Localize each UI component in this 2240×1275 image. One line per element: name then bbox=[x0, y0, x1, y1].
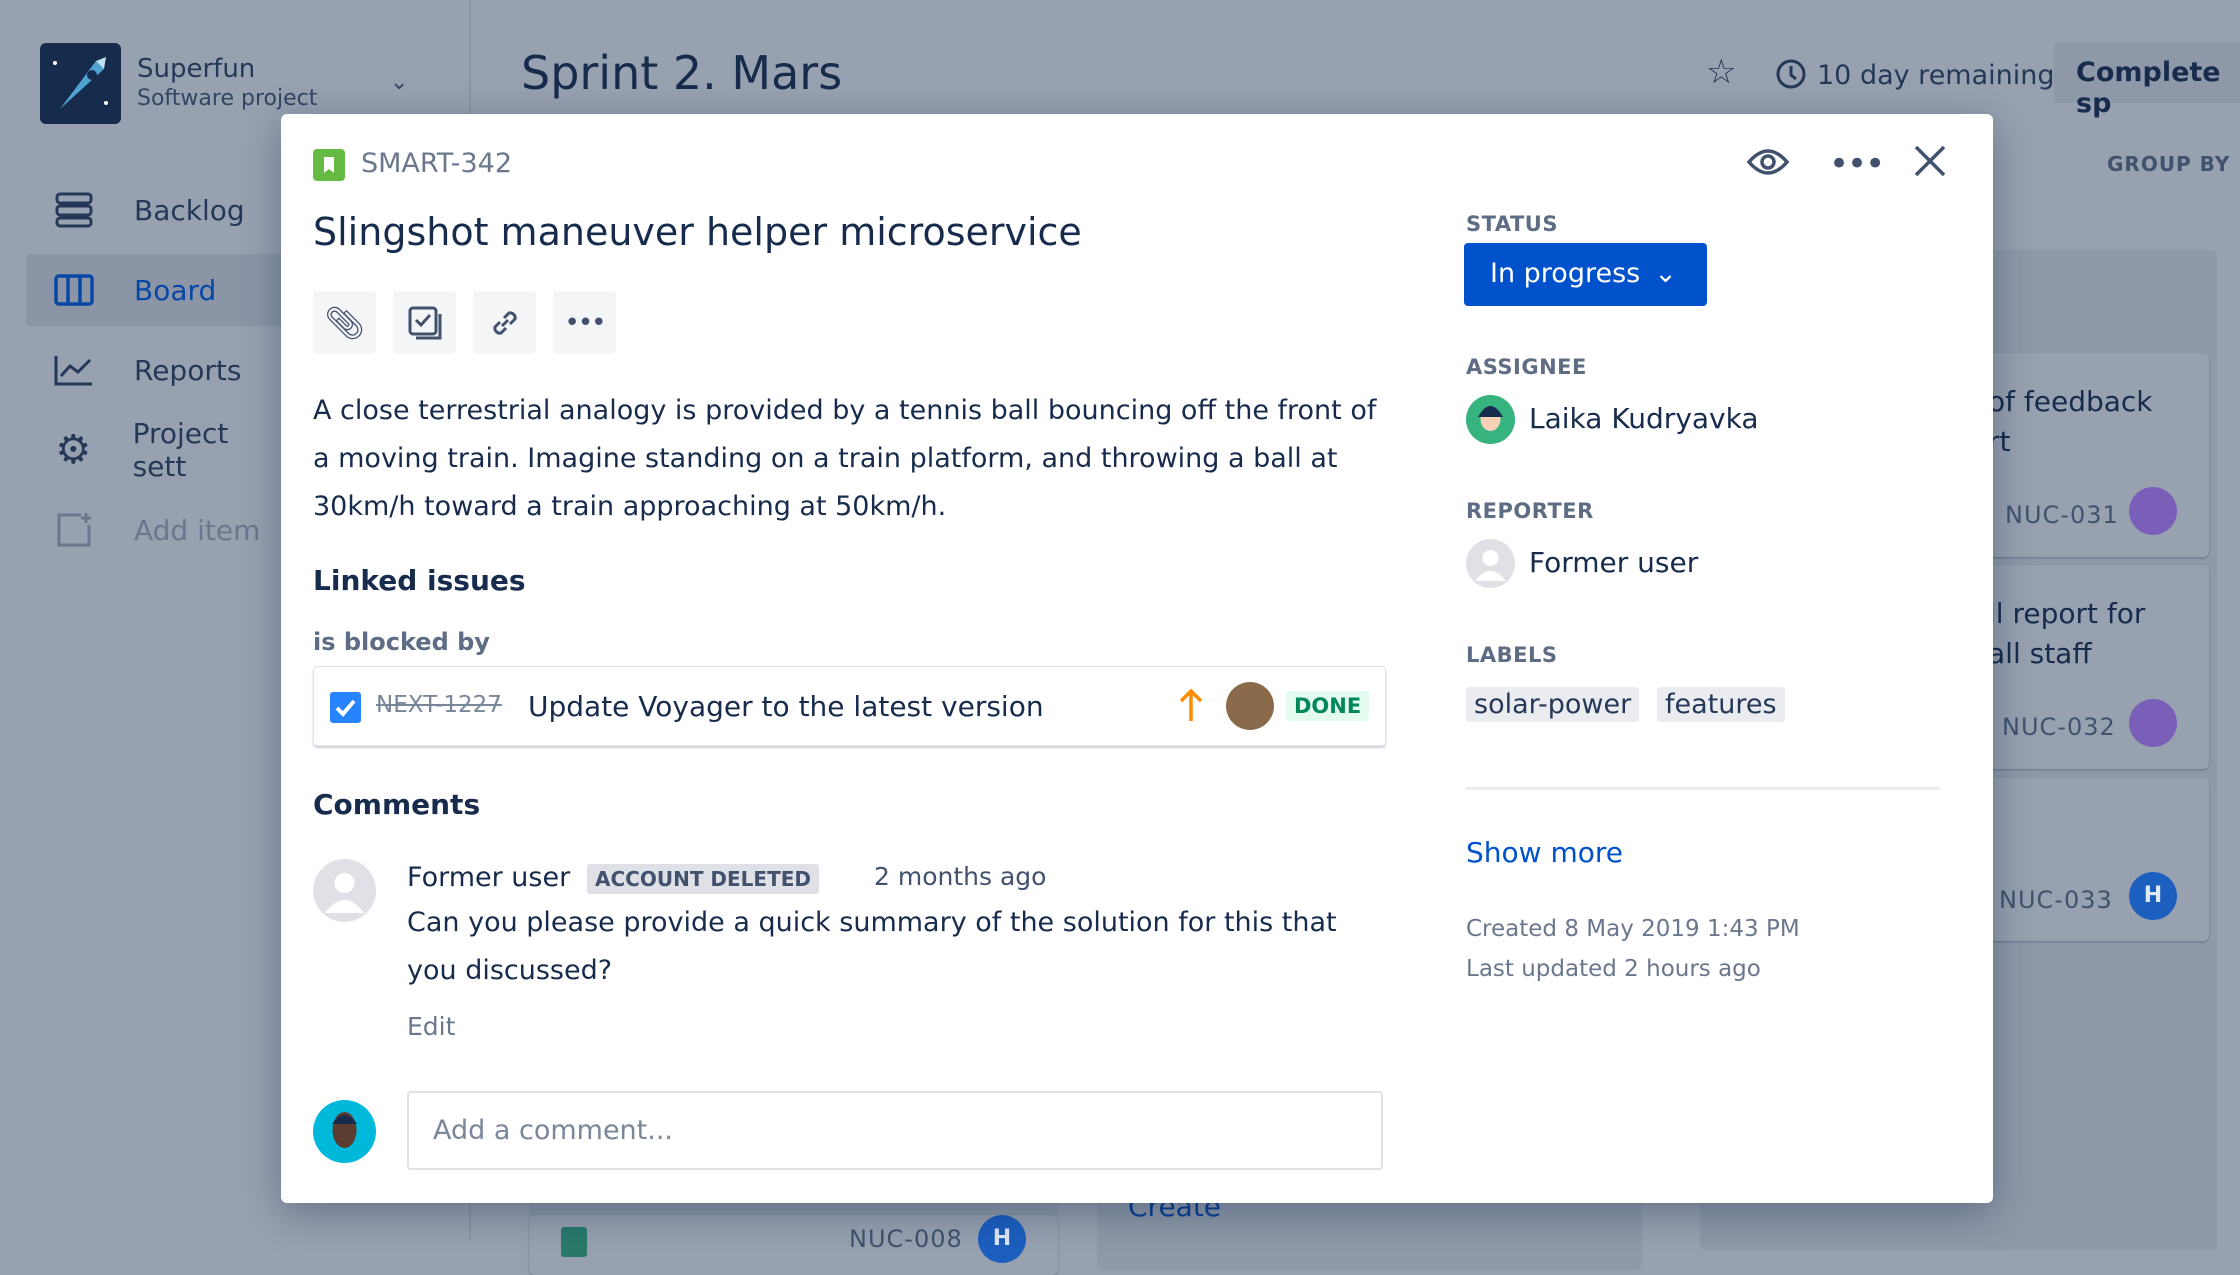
sidebar-item-label: Board bbox=[134, 273, 217, 307]
status-badge: DONE bbox=[1286, 691, 1370, 721]
story-icon bbox=[561, 1227, 587, 1257]
assignee-avatar bbox=[1466, 395, 1515, 444]
account-deleted-badge: ACCOUNT DELETED bbox=[587, 864, 819, 894]
story-icon bbox=[313, 149, 345, 181]
edit-comment-link[interactable]: Edit bbox=[407, 1012, 455, 1041]
add-item-icon bbox=[52, 508, 96, 552]
status-dropdown[interactable]: In progress ⌄ bbox=[1464, 243, 1707, 306]
card-key: NUC-032 bbox=[2002, 713, 2116, 741]
sidebar-item-project-settings[interactable]: ⚙ Project sett bbox=[26, 414, 286, 486]
current-user-avatar bbox=[313, 1100, 376, 1163]
reporter-avatar bbox=[1466, 539, 1515, 588]
board-icon bbox=[52, 268, 96, 312]
sidebar-item-reports[interactable]: Reports bbox=[26, 334, 286, 406]
status-label: STATUS bbox=[1466, 212, 1558, 236]
comment-author: Former user bbox=[407, 862, 571, 893]
star-icon[interactable]: ☆ bbox=[1706, 52, 1736, 92]
former-user-avatar bbox=[313, 859, 376, 922]
link-issue-button[interactable] bbox=[473, 291, 536, 354]
issue-title[interactable]: Slingshot maneuver helper microservice bbox=[313, 210, 1082, 254]
task-checkbox-icon bbox=[330, 692, 361, 723]
assignee-name[interactable]: Laika Kudryavka bbox=[1529, 402, 1759, 435]
card-summary: all staff bbox=[1988, 637, 2092, 670]
project-switcher-chevron-icon[interactable]: ⌄ bbox=[390, 70, 408, 95]
sidebar-item-board[interactable]: Board bbox=[26, 254, 286, 326]
issue-key[interactable]: SMART-342 bbox=[361, 148, 512, 179]
labels-label: LABELS bbox=[1466, 643, 1558, 667]
add-subtask-button[interactable] bbox=[393, 291, 456, 354]
project-name: Superfun bbox=[137, 54, 256, 84]
linked-issue-row[interactable]: NEXT-1227 Update Voyager to the latest v… bbox=[313, 666, 1386, 746]
days-remaining: 10 day remaining bbox=[1817, 60, 2055, 91]
sidebar-item-label: Add item bbox=[134, 513, 261, 547]
status-value: In progress bbox=[1490, 258, 1641, 289]
card-key: NUC-033 bbox=[1999, 886, 2113, 914]
add-comment-input[interactable]: Add a comment... bbox=[407, 1091, 1383, 1170]
avatar bbox=[2129, 699, 2177, 747]
chevron-down-icon: ⌄ bbox=[1654, 258, 1677, 289]
subtask-icon bbox=[408, 306, 441, 339]
divider bbox=[1466, 787, 1940, 790]
complete-sprint-button[interactable]: Complete sp bbox=[2054, 43, 2240, 119]
reporter-name[interactable]: Former user bbox=[1529, 546, 1698, 579]
comment-text: Can you please provide a quick summary o… bbox=[407, 907, 1337, 986]
avatar bbox=[2129, 487, 2177, 535]
gear-icon: ⚙ bbox=[55, 427, 92, 473]
attach-button[interactable]: 📎︎ bbox=[313, 291, 376, 354]
board-card[interactable]: NUC-008 H bbox=[529, 1215, 1058, 1275]
linked-issue-key[interactable]: NEXT-1227 bbox=[376, 692, 502, 718]
label-tag[interactable]: solar-power bbox=[1466, 687, 1640, 722]
project-type: Software project bbox=[137, 86, 318, 111]
reports-icon bbox=[52, 348, 96, 392]
link-icon bbox=[492, 310, 517, 335]
clock-icon bbox=[1775, 58, 1807, 94]
card-summary: il report for bbox=[1988, 597, 2146, 630]
linked-issues-heading: Linked issues bbox=[313, 564, 526, 597]
sidebar-item-label: Backlog bbox=[134, 193, 245, 227]
link-relation: is blocked by bbox=[313, 628, 490, 656]
close-icon[interactable] bbox=[1913, 144, 1947, 182]
avatar bbox=[1226, 682, 1274, 730]
sidebar-item-add-item[interactable]: Add item bbox=[26, 494, 286, 566]
issue-modal: SMART-342 ••• Slingshot maneuver helper … bbox=[281, 114, 1993, 1203]
comment-time: 2 months ago bbox=[874, 862, 1047, 891]
updated-date: Last updated 2 hours ago bbox=[1466, 956, 1761, 982]
issue-description[interactable]: A close terrestrial analogy is provided … bbox=[313, 387, 1388, 531]
more-button[interactable]: ••• bbox=[553, 291, 616, 354]
sprint-title: Sprint 2. Mars bbox=[521, 46, 843, 100]
sidebar-item-label: Reports bbox=[134, 353, 242, 387]
label-tag[interactable]: features bbox=[1657, 687, 1785, 722]
reporter-label: REPORTER bbox=[1466, 499, 1594, 523]
created-date: Created 8 May 2019 1:43 PM bbox=[1466, 916, 1800, 942]
avatar: H bbox=[2129, 872, 2177, 920]
linked-issue-summary[interactable]: Update Voyager to the latest version bbox=[528, 690, 1044, 723]
paperclip-icon: 📎︎ bbox=[324, 303, 365, 342]
avatar: H bbox=[978, 1215, 1026, 1263]
project-logo bbox=[40, 43, 121, 124]
more-actions-icon[interactable]: ••• bbox=[1829, 144, 1885, 184]
card-summary: of feedback bbox=[1988, 385, 2153, 418]
card-key: NUC-031 bbox=[2005, 501, 2119, 529]
card-key: NUC-008 bbox=[849, 1225, 963, 1253]
comments-heading: Comments bbox=[313, 788, 481, 821]
watch-eye-icon[interactable] bbox=[1746, 144, 1790, 184]
sidebar-item-backlog[interactable]: Backlog bbox=[26, 174, 286, 246]
priority-high-icon bbox=[1178, 687, 1204, 727]
backlog-icon bbox=[52, 188, 96, 232]
assignee-label: ASSIGNEE bbox=[1466, 355, 1587, 379]
group-by-label: GROUP BY bbox=[2107, 152, 2231, 176]
show-more-link[interactable]: Show more bbox=[1466, 836, 1623, 869]
sidebar-item-label: Project sett bbox=[132, 417, 229, 483]
